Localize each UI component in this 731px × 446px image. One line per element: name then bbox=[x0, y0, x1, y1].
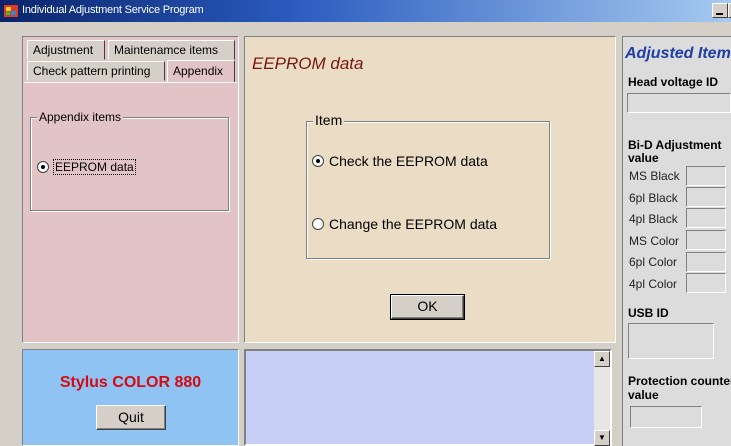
bid-row-field bbox=[686, 208, 726, 228]
tab-check-pattern-printing[interactable]: Check pattern printing bbox=[27, 61, 165, 81]
tab-appendix[interactable]: Appendix bbox=[167, 60, 235, 83]
minimize-icon bbox=[716, 13, 723, 15]
head-voltage-label: Head voltage ID bbox=[628, 75, 719, 89]
usb-id-label: USB ID bbox=[628, 306, 669, 320]
page-title: EEPROM data bbox=[252, 54, 364, 73]
protection-counter-label: Protection counter bbox=[628, 374, 731, 388]
eeprom-data-radio[interactable]: EEPROM data bbox=[37, 159, 136, 175]
minimize-button[interactable] bbox=[712, 3, 728, 18]
window-title: Individual Adjustment Service Program bbox=[22, 4, 204, 16]
scroll-down-icon[interactable]: ▼ bbox=[594, 430, 610, 446]
change-eeprom-radio[interactable]: Change the EEPROM data bbox=[312, 216, 497, 232]
head-voltage-field bbox=[627, 93, 731, 113]
tab-adjustment[interactable]: Adjustment bbox=[27, 40, 105, 60]
bid-row-label: MS Black bbox=[629, 169, 680, 183]
tab-maintenance-items[interactable]: Maintenamce items bbox=[108, 40, 235, 60]
appendix-items-legend: Appendix items bbox=[37, 110, 124, 124]
bid-row-field bbox=[686, 187, 726, 207]
eeprom-data-label: EEPROM data bbox=[53, 159, 136, 175]
item-legend: Item bbox=[313, 112, 345, 128]
bid-row-label: 6pl Color bbox=[629, 255, 678, 269]
title-bar: Individual Adjustment Service Program bbox=[0, 0, 731, 22]
bid-row-field bbox=[686, 252, 726, 272]
bid-row-field bbox=[686, 273, 726, 293]
bid-adjustment-label: Bi-D Adjustment bbox=[628, 138, 722, 152]
protection-counter-label-2: value bbox=[628, 388, 659, 402]
quit-button[interactable]: Quit bbox=[96, 405, 166, 430]
usb-id-field bbox=[628, 323, 714, 359]
bid-adjustment-label-2: value bbox=[628, 151, 659, 165]
adjusted-items-title: Adjusted Item bbox=[625, 45, 731, 62]
check-eeprom-radio[interactable]: Check the EEPROM data bbox=[312, 153, 488, 169]
radio-unselected-icon[interactable] bbox=[312, 218, 324, 230]
scroll-up-icon[interactable]: ▲ bbox=[594, 351, 610, 367]
tab-divider bbox=[24, 82, 237, 83]
radio-selected-icon[interactable] bbox=[312, 155, 324, 167]
change-eeprom-label: Change the EEPROM data bbox=[329, 216, 498, 232]
log-textarea[interactable] bbox=[244, 349, 612, 446]
radio-selected-icon[interactable] bbox=[37, 161, 49, 173]
bid-row-label: 4pl Black bbox=[629, 212, 678, 226]
check-eeprom-label: Check the EEPROM data bbox=[329, 153, 488, 169]
model-name: Stylus COLOR 880 bbox=[59, 374, 202, 391]
bid-row-label: MS Color bbox=[629, 234, 680, 248]
app-icon bbox=[4, 5, 18, 17]
model-panel bbox=[22, 349, 239, 446]
ok-button[interactable]: OK bbox=[390, 294, 465, 320]
log-scrollbar[interactable]: ▲ ▼ bbox=[594, 351, 610, 446]
protection-counter-field bbox=[630, 406, 702, 428]
bid-row-field bbox=[686, 230, 726, 250]
bid-row-field bbox=[686, 166, 726, 186]
bid-row-label: 6pl Black bbox=[629, 191, 678, 205]
bid-row-label: 4pl Color bbox=[629, 277, 678, 291]
item-group: Item bbox=[306, 112, 550, 259]
